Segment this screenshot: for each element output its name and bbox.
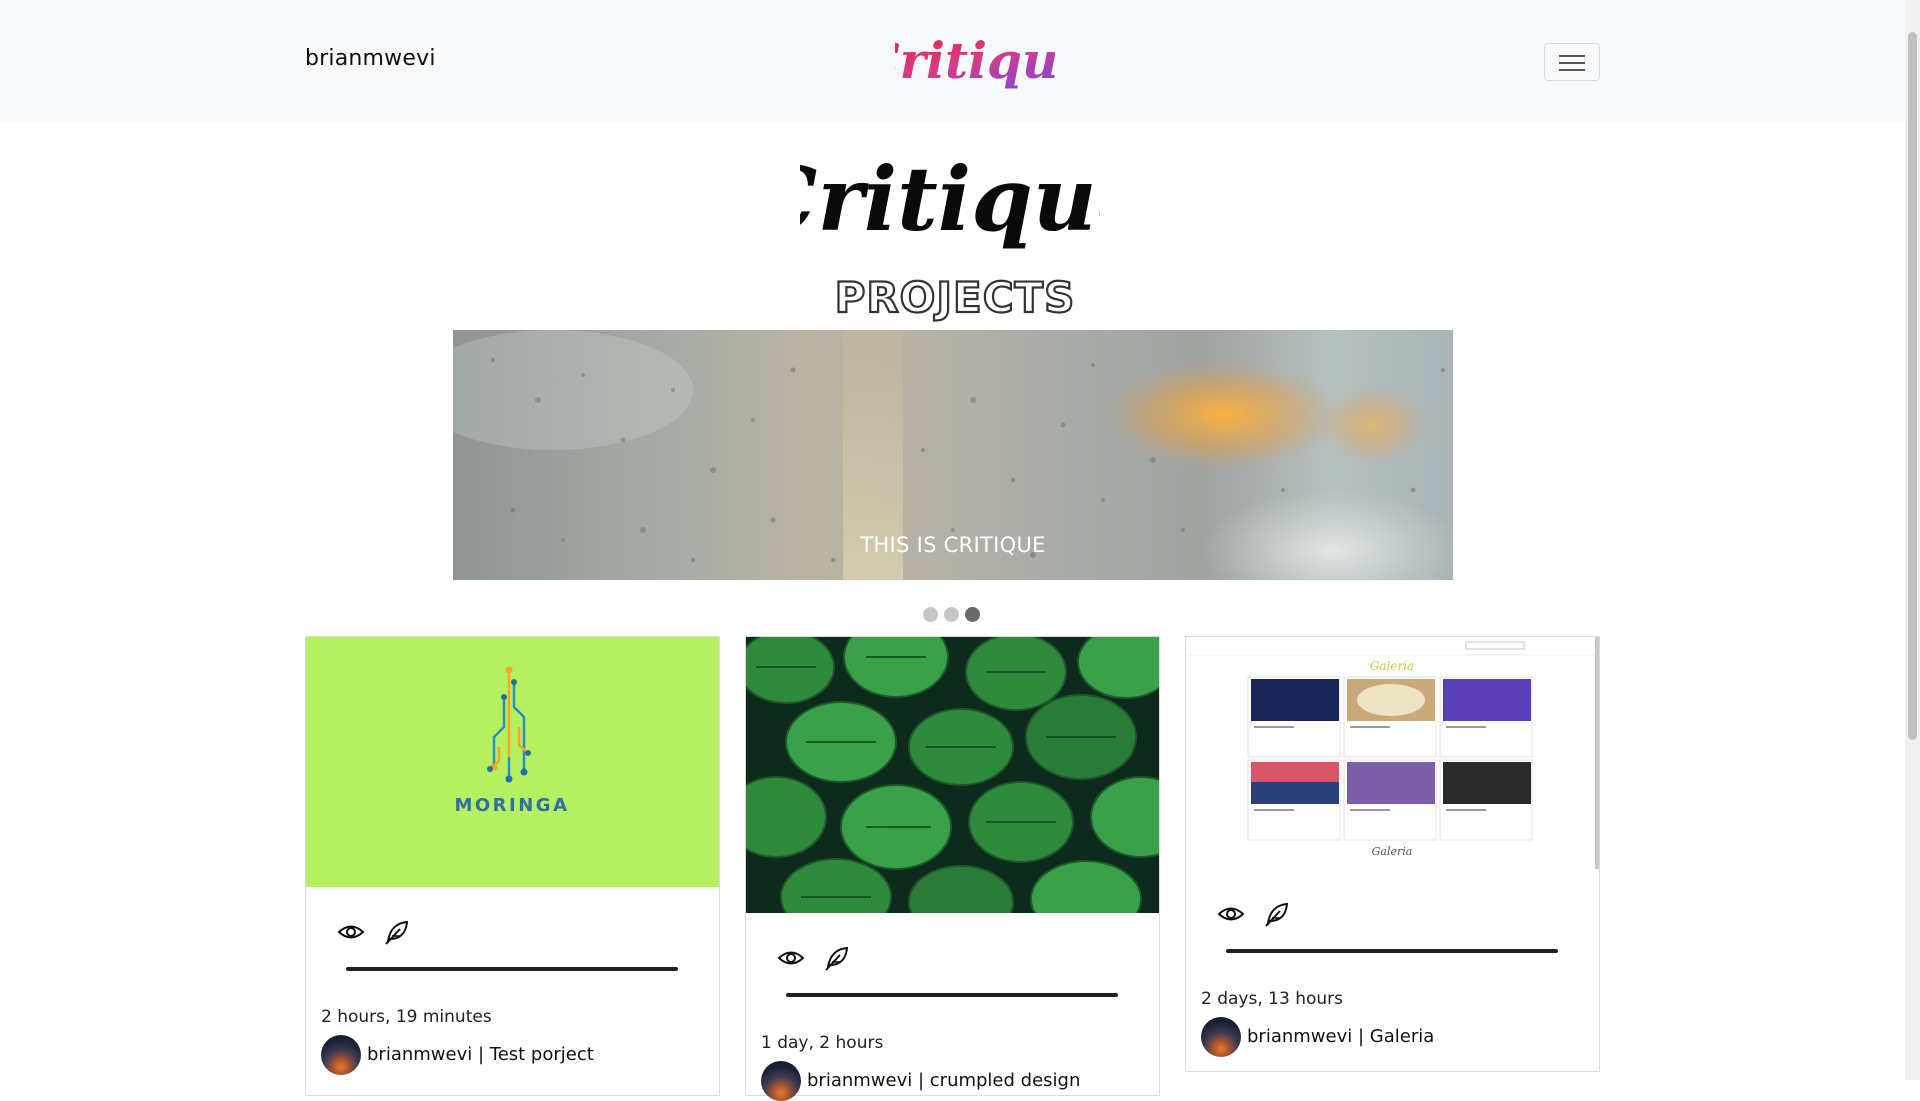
moringa-logo-text: MORINGA (454, 795, 569, 816)
svg-text:Galeria: Galeria (1372, 845, 1413, 858)
project-title[interactable]: Test porject (490, 1044, 594, 1065)
avatar[interactable] (321, 1035, 361, 1075)
moringa-logo: MORINGA (454, 666, 569, 816)
carousel-indicator-1[interactable] (923, 607, 938, 622)
card-divider (1226, 949, 1558, 953)
project-time: 1 day, 2 hours (761, 1033, 884, 1053)
project-time: 2 hours, 19 minutes (321, 1007, 492, 1027)
page-title: Critique (800, 147, 1100, 251)
projects-heading-text: PROJECTS (835, 273, 1075, 322)
carousel[interactable]: THIS IS CRITIQUE (453, 330, 1453, 580)
project-card: MORINGA 2 hours, 19 minutes brianmwevi |… (305, 636, 720, 1096)
author-separator: | (1352, 1026, 1370, 1047)
project-image[interactable] (746, 637, 1159, 913)
author-name[interactable]: brianmwevi (807, 1070, 912, 1091)
feather-icon[interactable] (822, 943, 852, 973)
carousel-indicator-2[interactable] (944, 607, 959, 622)
galeria-heading: Galeria (1370, 659, 1414, 673)
project-time: 2 days, 13 hours (1201, 989, 1343, 1009)
carousel-indicator-3[interactable] (965, 607, 980, 622)
projects-heading: PROJECTS (835, 272, 1075, 322)
critique-logo[interactable]: Critique (895, 18, 1055, 108)
author-separator: | (472, 1044, 490, 1065)
menu-toggle-button[interactable] (1544, 43, 1600, 81)
carousel-caption: THIS IS CRITIQUE (860, 533, 1046, 557)
feather-icon[interactable] (382, 917, 412, 947)
project-card: Galeria Galeria 2 days, 13 hours brianmw… (1185, 636, 1600, 1072)
project-title[interactable]: crumpled design (930, 1070, 1081, 1091)
eye-icon[interactable] (776, 943, 806, 973)
eye-icon[interactable] (1216, 899, 1246, 929)
navbar: brianmwevi Critique (0, 0, 1905, 123)
project-image[interactable]: Galeria Galeria (1186, 637, 1599, 869)
author-name[interactable]: brianmwevi (367, 1044, 472, 1065)
leaf-pattern-image (746, 637, 1159, 913)
scrollbar-thumb[interactable] (1908, 32, 1917, 740)
nav-username-link[interactable]: brianmwevi (305, 46, 436, 71)
page-title-text: Critique (800, 147, 1100, 251)
project-card: 1 day, 2 hours brianmwevi | crumpled des… (745, 636, 1160, 1101)
logo-text: Critique (895, 31, 1055, 90)
feather-icon[interactable] (1262, 899, 1292, 929)
page-scrollbar[interactable] (1905, 0, 1920, 1080)
author-separator: | (912, 1070, 930, 1091)
project-title[interactable]: Galeria (1370, 1026, 1435, 1047)
hamburger-icon (1559, 55, 1585, 57)
project-image[interactable]: MORINGA (306, 637, 719, 887)
galeria-screenshot: Galeria Galeria (1186, 637, 1599, 869)
avatar[interactable] (761, 1061, 801, 1101)
avatar[interactable] (1201, 1017, 1241, 1057)
card-divider (786, 993, 1118, 997)
eye-icon[interactable] (336, 917, 366, 947)
card-divider (346, 967, 678, 971)
author-name[interactable]: brianmwevi (1247, 1026, 1352, 1047)
